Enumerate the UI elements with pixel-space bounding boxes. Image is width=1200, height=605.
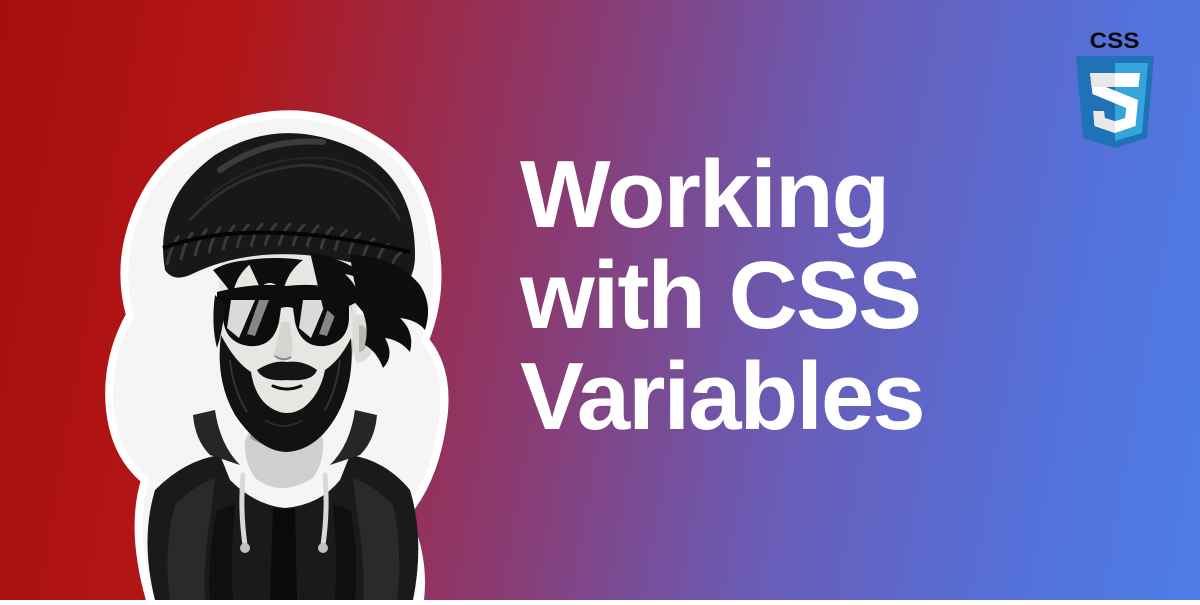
css3-label: CSS [1062, 28, 1167, 54]
css3-badge: CSS [1067, 28, 1162, 153]
title-line-2: with CSS [520, 246, 924, 347]
css3-shield-icon [1070, 56, 1160, 154]
title-line-1: Working [520, 145, 924, 246]
banner-title: Working with CSS Variables [520, 145, 924, 447]
title-line-3: Variables [520, 347, 924, 448]
banner: Working with CSS Variables CSS [0, 0, 1200, 600]
avatar-illustration [55, 60, 475, 600]
